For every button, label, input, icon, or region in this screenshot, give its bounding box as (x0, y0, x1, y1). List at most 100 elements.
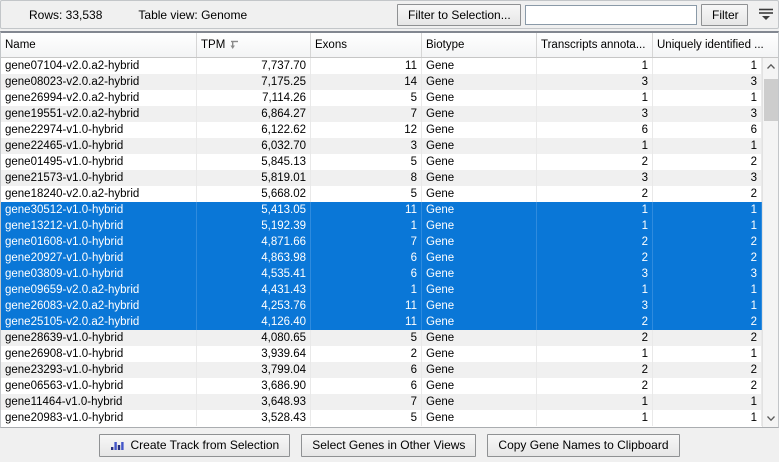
cell-uniquely-identified: 1 (653, 58, 762, 74)
table-row[interactable]: gene26908-v1.0-hybrid 3,939.64 2 Gene 1 … (1, 346, 762, 362)
cell-name: gene22465-v1.0-hybrid (1, 138, 197, 154)
cell-biotype: Gene (422, 170, 537, 186)
cell-exons: 5 (311, 410, 422, 426)
cell-name: gene08023-v2.0.a2-hybrid (1, 74, 197, 90)
cell-transcripts: 1 (537, 202, 653, 218)
scroll-down-button[interactable] (763, 410, 779, 427)
cell-name: gene11464-v1.0-hybrid (1, 394, 197, 410)
table-row[interactable]: gene09659-v2.0.a2-hybrid 4,431.43 1 Gene… (1, 282, 762, 298)
cell-biotype: Gene (422, 202, 537, 218)
table-row[interactable]: gene19551-v2.0.a2-hybrid 6,864.27 7 Gene… (1, 106, 762, 122)
table-row[interactable]: gene20983-v1.0-hybrid 3,528.43 5 Gene 1 … (1, 410, 762, 426)
cell-biotype: Gene (422, 298, 537, 314)
filter-expand-icon[interactable] (756, 5, 776, 25)
cell-name: gene13212-v1.0-hybrid (1, 218, 197, 234)
cell-transcripts: 1 (537, 282, 653, 298)
filter-to-selection-button[interactable]: Filter to Selection... (397, 3, 521, 26)
column-header-tpm[interactable]: TPM (197, 33, 311, 57)
column-label: Exons (315, 39, 347, 51)
cell-uniquely-identified: 2 (653, 314, 762, 330)
cell-biotype: Gene (422, 378, 537, 394)
table-row[interactable]: gene26994-v2.0.a2-hybrid 7,114.26 5 Gene… (1, 90, 762, 106)
column-header-uniquely-identified[interactable]: Uniquely identified ... (653, 33, 778, 57)
create-track-from-selection-button[interactable]: Create Track from Selection (99, 433, 291, 457)
table-row[interactable]: gene25105-v2.0.a2-hybrid 4,126.40 11 Gen… (1, 314, 762, 330)
cell-name: gene20983-v1.0-hybrid (1, 410, 197, 426)
table-row[interactable]: gene06563-v1.0-hybrid 3,686.90 6 Gene 2 … (1, 378, 762, 394)
cell-exons: 8 (311, 170, 422, 186)
cell-name: gene19551-v2.0.a2-hybrid (1, 106, 197, 122)
cell-uniquely-identified: 1 (653, 138, 762, 154)
table-row[interactable]: gene03809-v1.0-hybrid 4,535.41 6 Gene 3 … (1, 266, 762, 282)
table-row[interactable]: gene30512-v1.0-hybrid 5,413.05 11 Gene 1… (1, 202, 762, 218)
table-row[interactable]: gene01495-v1.0-hybrid 5,845.13 5 Gene 2 … (1, 154, 762, 170)
column-header-name[interactable]: Name (1, 33, 197, 57)
cell-transcripts: 1 (537, 410, 653, 426)
cell-uniquely-identified: 3 (653, 170, 762, 186)
copy-gene-names-to-clipboard-button[interactable]: Copy Gene Names to Clipboard (487, 433, 680, 457)
cell-exons: 6 (311, 266, 422, 282)
button-label: Copy Gene Names to Clipboard (498, 438, 669, 452)
cell-uniquely-identified: 1 (653, 394, 762, 410)
cell-uniquely-identified: 1 (653, 202, 762, 218)
cell-name: gene01495-v1.0-hybrid (1, 154, 197, 170)
cell-name: gene03809-v1.0-hybrid (1, 266, 197, 282)
select-genes-in-other-views-button[interactable]: Select Genes in Other Views (301, 433, 477, 457)
table-row[interactable]: gene22465-v1.0-hybrid 6,032.70 3 Gene 1 … (1, 138, 762, 154)
cell-transcripts: 2 (537, 234, 653, 250)
cell-name: gene07104-v2.0.a2-hybrid (1, 58, 197, 74)
table-row[interactable]: gene07104-v2.0.a2-hybrid 7,737.70 11 Gen… (1, 58, 762, 74)
cell-exons: 11 (311, 314, 422, 330)
cell-name: gene28639-v1.0-hybrid (1, 330, 197, 346)
cell-transcripts: 1 (537, 346, 653, 362)
table-header: Name TPM Exons Biotype Transcripts annot… (1, 33, 778, 58)
cell-tpm: 6,122.62 (197, 122, 311, 138)
column-label: Transcripts annota... (541, 39, 646, 51)
table-row[interactable]: gene26083-v2.0.a2-hybrid 4,253.76 11 Gen… (1, 298, 762, 314)
column-header-biotype[interactable]: Biotype (422, 33, 537, 57)
cell-biotype: Gene (422, 122, 537, 138)
column-header-exons[interactable]: Exons (311, 33, 422, 57)
cell-name: gene09659-v2.0.a2-hybrid (1, 282, 197, 298)
vertical-scrollbar[interactable] (762, 58, 778, 427)
column-header-transcripts[interactable]: Transcripts annota... (537, 33, 653, 57)
bar-chart-icon (111, 442, 125, 450)
table-row[interactable]: gene21573-v1.0-hybrid 5,819.01 8 Gene 3 … (1, 170, 762, 186)
cell-name: gene20927-v1.0-hybrid (1, 250, 197, 266)
table-row[interactable]: gene13212-v1.0-hybrid 5,192.39 1 Gene 1 … (1, 218, 762, 234)
table-row[interactable]: gene22974-v1.0-hybrid 6,122.62 12 Gene 6… (1, 122, 762, 138)
column-label: Uniquely identified ... (657, 39, 764, 51)
scroll-up-button[interactable] (763, 58, 779, 75)
cell-name: gene21573-v1.0-hybrid (1, 170, 197, 186)
cell-transcripts: 2 (537, 362, 653, 378)
cell-exons: 2 (311, 346, 422, 362)
cell-exons: 6 (311, 362, 422, 378)
table-row[interactable]: gene01608-v1.0-hybrid 4,871.66 7 Gene 2 … (1, 234, 762, 250)
cell-biotype: Gene (422, 138, 537, 154)
table-row[interactable]: gene20927-v1.0-hybrid 4,863.98 6 Gene 2 … (1, 250, 762, 266)
cell-transcripts: 1 (537, 218, 653, 234)
scrollbar-thumb[interactable] (764, 79, 778, 121)
cell-name: gene23293-v1.0-hybrid (1, 362, 197, 378)
table-row[interactable]: gene28639-v1.0-hybrid 4,080.65 5 Gene 2 … (1, 330, 762, 346)
cell-exons: 11 (311, 202, 422, 218)
cell-biotype: Gene (422, 250, 537, 266)
cell-tpm: 4,253.76 (197, 298, 311, 314)
table-row[interactable]: gene08023-v2.0.a2-hybrid 7,175.25 14 Gen… (1, 74, 762, 90)
cell-biotype: Gene (422, 218, 537, 234)
cell-uniquely-identified: 2 (653, 186, 762, 202)
cell-transcripts: 3 (537, 298, 653, 314)
cell-uniquely-identified: 6 (653, 122, 762, 138)
cell-name: gene26994-v2.0.a2-hybrid (1, 90, 197, 106)
cell-biotype: Gene (422, 186, 537, 202)
cell-uniquely-identified: 2 (653, 234, 762, 250)
cell-tpm: 3,799.04 (197, 362, 311, 378)
cell-biotype: Gene (422, 90, 537, 106)
filter-input[interactable] (525, 4, 697, 25)
table-row[interactable]: gene11464-v1.0-hybrid 3,648.93 7 Gene 1 … (1, 394, 762, 410)
table-row[interactable]: gene23293-v1.0-hybrid 3,799.04 6 Gene 2 … (1, 362, 762, 378)
table-view-label: Table view: Genome (138, 7, 248, 22)
table-row[interactable]: gene18240-v2.0.a2-hybrid 5,668.02 5 Gene… (1, 186, 762, 202)
filter-button[interactable]: Filter (701, 3, 748, 26)
cell-uniquely-identified: 2 (653, 330, 762, 346)
